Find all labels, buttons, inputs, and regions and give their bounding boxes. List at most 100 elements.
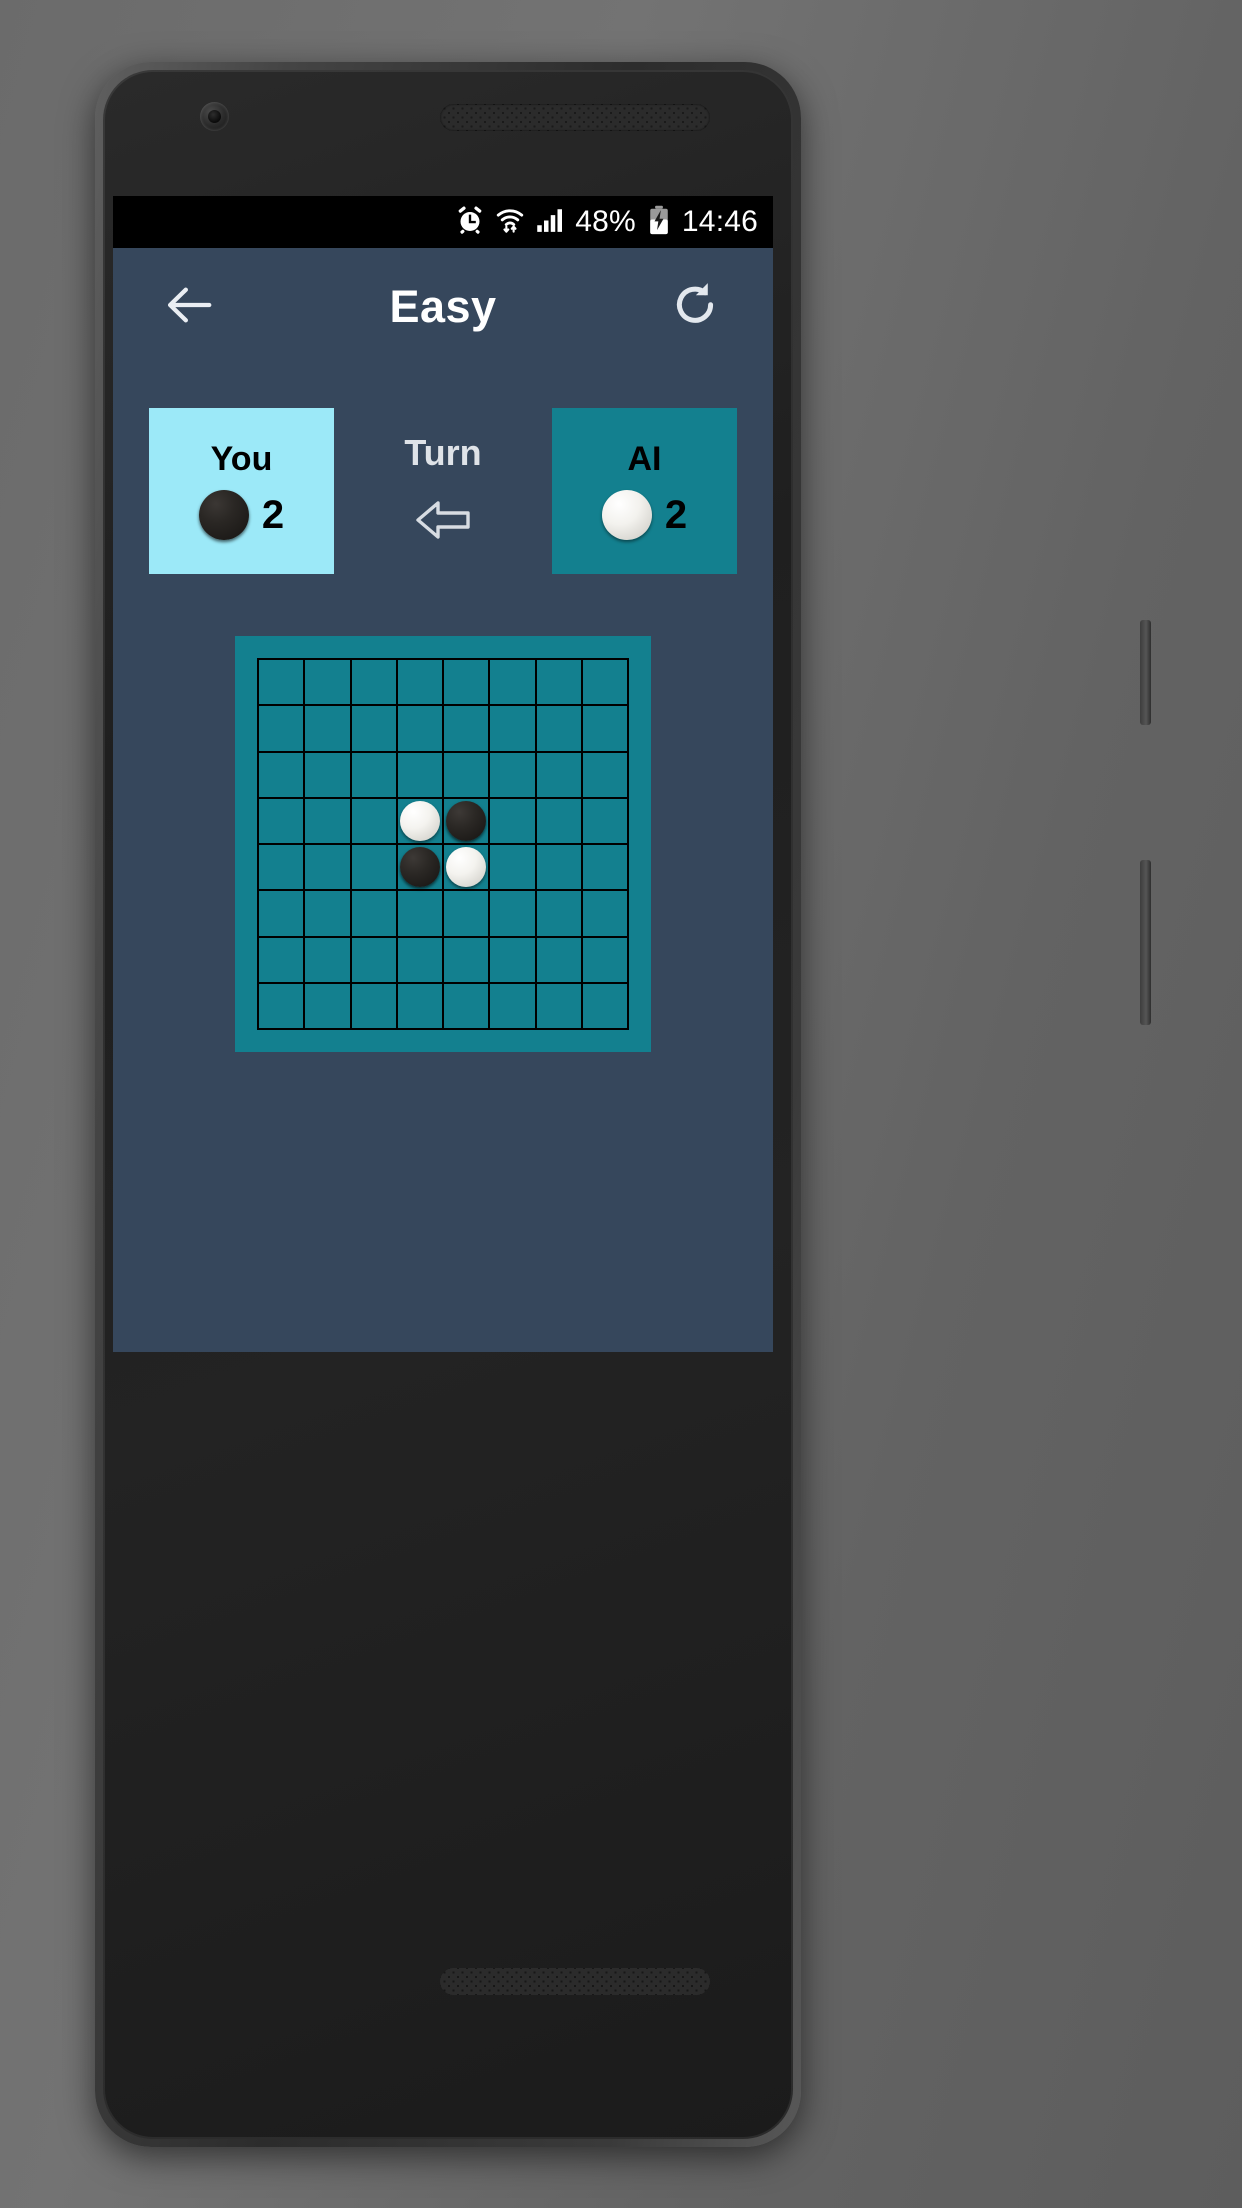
back-button[interactable] [141, 257, 237, 357]
alarm-icon [455, 205, 485, 240]
board-cell[interactable] [490, 660, 537, 707]
board-cell[interactable] [444, 798, 491, 845]
board-cell[interactable] [351, 937, 398, 984]
back-arrow-icon [162, 278, 216, 337]
board-cell[interactable] [259, 798, 306, 845]
restart-button[interactable] [647, 257, 743, 357]
board-cell[interactable] [444, 983, 491, 1030]
board-cell[interactable] [397, 660, 444, 707]
board-cell[interactable] [582, 798, 629, 845]
board-wrap [113, 636, 773, 1052]
board-cell[interactable] [444, 891, 491, 938]
arrow-left-icon [412, 497, 474, 548]
phone-screen: 48% 14:46 Easy You 2 Turn AI 2 [113, 196, 773, 1352]
board-cell[interactable] [536, 845, 583, 892]
board-cell[interactable] [351, 983, 398, 1030]
board-cell[interactable] [490, 752, 537, 799]
board-cell[interactable] [490, 706, 537, 753]
board-cell[interactable] [305, 845, 352, 892]
signal-icon [535, 205, 565, 240]
board-cell[interactable] [490, 891, 537, 938]
turn-indicator: Turn [334, 431, 552, 548]
board-cell[interactable] [536, 706, 583, 753]
board-cell[interactable] [259, 891, 306, 938]
power-button[interactable] [1140, 860, 1151, 1025]
board-cell[interactable] [582, 891, 629, 938]
bottom-speaker-grille [440, 1968, 710, 1995]
board-cell[interactable] [351, 752, 398, 799]
wifi-icon [495, 205, 525, 240]
score-count-ai: 2 [664, 493, 688, 537]
board-cell[interactable] [259, 706, 306, 753]
board-cell[interactable] [490, 983, 537, 1030]
player-label-ai: AI [627, 440, 662, 478]
board-cell[interactable] [259, 983, 306, 1030]
black-piece [446, 800, 487, 841]
board-cell[interactable] [259, 752, 306, 799]
board-cell[interactable] [305, 798, 352, 845]
turn-label: Turn [404, 431, 482, 473]
score-count-you: 2 [261, 493, 285, 537]
board-cell[interactable] [444, 706, 491, 753]
board-cell[interactable] [397, 845, 444, 892]
board-cell[interactable] [397, 937, 444, 984]
board-cell[interactable] [351, 845, 398, 892]
board-cell[interactable] [351, 706, 398, 753]
board-cell[interactable] [444, 845, 491, 892]
front-camera-icon [200, 102, 229, 131]
board-cell[interactable] [351, 660, 398, 707]
volume-button[interactable] [1140, 620, 1151, 725]
board-cell[interactable] [582, 845, 629, 892]
white-piece [399, 800, 440, 841]
earpiece-speaker [440, 104, 710, 131]
screenshot-root: 48% 14:46 Easy You 2 Turn AI 2 [0, 0, 1242, 2208]
board-cell[interactable] [490, 798, 537, 845]
board-cell[interactable] [397, 706, 444, 753]
black-piece [399, 847, 440, 888]
board-cell[interactable] [536, 983, 583, 1030]
board-cell[interactable] [490, 937, 537, 984]
board-cell[interactable] [351, 891, 398, 938]
board-cell[interactable] [397, 752, 444, 799]
game-board[interactable] [235, 636, 651, 1052]
board-cell[interactable] [351, 798, 398, 845]
board-cell[interactable] [582, 983, 629, 1030]
score-row: You 2 Turn AI 2 [113, 366, 773, 616]
refresh-icon [669, 279, 721, 336]
battery-charging-icon [646, 205, 672, 240]
board-cell[interactable] [259, 845, 306, 892]
board-cell[interactable] [397, 983, 444, 1030]
board-cell[interactable] [444, 752, 491, 799]
board-cell[interactable] [582, 706, 629, 753]
app-bar: Easy [113, 248, 773, 366]
board-cell[interactable] [582, 752, 629, 799]
board-cell[interactable] [582, 937, 629, 984]
board-cell[interactable] [536, 937, 583, 984]
board-grid [257, 658, 629, 1030]
board-cell[interactable] [305, 752, 352, 799]
board-cell[interactable] [305, 891, 352, 938]
white-disc-icon [601, 490, 652, 540]
board-cell[interactable] [259, 660, 306, 707]
player-label-you: You [210, 440, 273, 478]
board-cell[interactable] [490, 845, 537, 892]
board-cell[interactable] [444, 660, 491, 707]
player-score-you: 2 [198, 490, 285, 540]
board-cell[interactable] [259, 937, 306, 984]
board-cell[interactable] [397, 891, 444, 938]
board-cell[interactable] [305, 660, 352, 707]
player-panel-ai[interactable]: AI 2 [552, 408, 737, 574]
board-cell[interactable] [536, 752, 583, 799]
board-cell[interactable] [305, 937, 352, 984]
clock-label: 14:46 [681, 205, 758, 238]
board-cell[interactable] [536, 660, 583, 707]
battery-percent-label: 48% [575, 205, 636, 238]
board-cell[interactable] [582, 660, 629, 707]
board-cell[interactable] [397, 798, 444, 845]
board-cell[interactable] [536, 798, 583, 845]
board-cell[interactable] [536, 891, 583, 938]
board-cell[interactable] [444, 937, 491, 984]
board-cell[interactable] [305, 983, 352, 1030]
player-panel-you[interactable]: You 2 [149, 408, 334, 574]
board-cell[interactable] [305, 706, 352, 753]
